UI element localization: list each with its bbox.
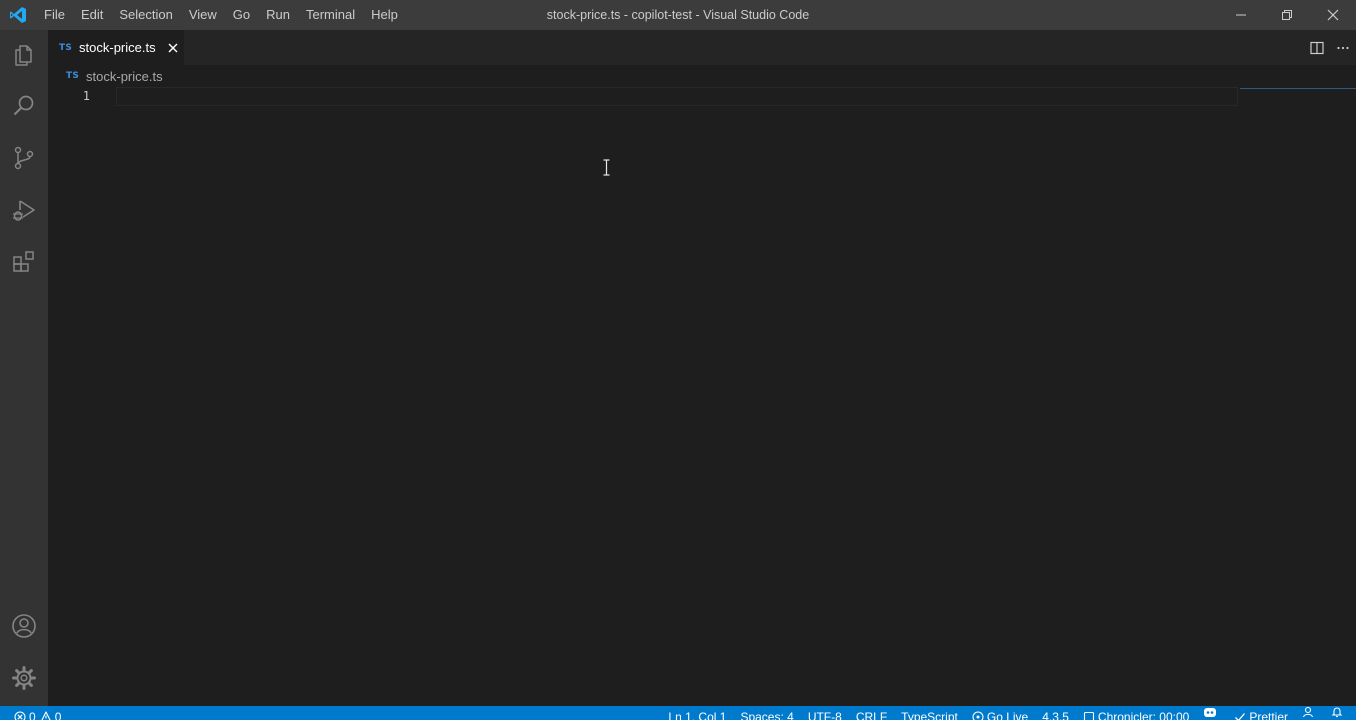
split-editor-button[interactable] — [1304, 35, 1330, 61]
cursor-position[interactable]: Ln 1, Col 1 — [668, 706, 726, 720]
person-icon — [1302, 706, 1314, 718]
window-controls — [1218, 0, 1356, 30]
more-actions-button[interactable] — [1330, 35, 1356, 61]
minimize-icon — [1236, 14, 1246, 16]
indentation[interactable]: Spaces: 4 — [740, 706, 793, 720]
prettier-status[interactable]: Prettier — [1234, 706, 1288, 720]
chronicler-label: Chronicler: 00:00 — [1097, 710, 1190, 720]
files-icon[interactable] — [0, 30, 48, 78]
menu-edit[interactable]: Edit — [73, 0, 111, 30]
close-icon — [168, 43, 178, 52]
breadcrumb: TS stock-price.ts — [48, 65, 1356, 87]
minimize-button[interactable] — [1218, 0, 1264, 30]
menu-terminal[interactable]: Terminal — [298, 0, 363, 30]
activity-bar — [0, 30, 48, 706]
menu-view[interactable]: View — [181, 0, 225, 30]
source-control-icon[interactable] — [0, 134, 48, 182]
run-debug-icon[interactable] — [0, 186, 48, 234]
ellipsis-icon — [1337, 46, 1349, 49]
extensions-icon[interactable] — [0, 238, 48, 286]
menu-run[interactable]: Run — [258, 0, 298, 30]
minimap-slider[interactable] — [1240, 88, 1356, 89]
settings-gear-icon[interactable] — [0, 654, 48, 702]
editor-actions — [1304, 30, 1356, 65]
search-icon[interactable] — [0, 82, 48, 130]
line-number: 1 — [82, 89, 90, 103]
problems-indicator[interactable]: 0 0 — [14, 706, 61, 720]
restore-icon — [1282, 10, 1292, 20]
record-icon — [1083, 711, 1095, 720]
go-live-button[interactable]: Go Live — [972, 706, 1028, 720]
typescript-version[interactable]: 4.3.5 — [1042, 706, 1069, 720]
tab-label: stock-price.ts — [79, 40, 156, 55]
menu-bar: File Edit Selection View Go Run Terminal… — [36, 0, 406, 30]
chronicler-status[interactable]: Chronicler: 00:00 — [1083, 706, 1189, 720]
vscode-logo-icon — [0, 0, 36, 30]
end-of-line[interactable]: CRLF — [856, 706, 887, 720]
go-live-label: Go Live — [986, 710, 1029, 720]
split-editor-icon — [1310, 41, 1324, 54]
typescript-file-icon: TS — [66, 71, 80, 81]
typescript-file-icon: TS — [59, 42, 73, 53]
tab-close-button[interactable] — [165, 40, 181, 56]
prettier-label: Prettier — [1249, 710, 1288, 720]
menu-selection[interactable]: Selection — [111, 0, 180, 30]
error-count: 0 — [29, 710, 36, 720]
code-editor[interactable]: 1 — [48, 87, 1356, 706]
check-icon — [1234, 711, 1246, 720]
bell-icon — [1331, 706, 1343, 718]
language-mode[interactable]: TypeScript — [901, 706, 958, 720]
encoding[interactable]: UTF-8 — [808, 706, 842, 720]
close-icon — [1327, 9, 1339, 21]
menu-help[interactable]: Help — [363, 0, 406, 30]
broadcast-icon — [972, 711, 984, 720]
copilot-icon — [1203, 706, 1217, 718]
account-icon[interactable] — [0, 602, 48, 650]
current-line-highlight — [116, 87, 1238, 106]
warning-icon — [40, 711, 52, 720]
editor-tab-bar: TS stock-price.ts — [48, 30, 1356, 65]
warning-count: 0 — [54, 710, 62, 720]
tab-stock-price-ts[interactable]: TS stock-price.ts — [48, 30, 184, 65]
menu-file[interactable]: File — [36, 0, 73, 30]
error-icon — [14, 711, 26, 720]
status-bar: 0 0 Ln 1, Col 1 Spaces: 4 UTF-8 CRLF Typ… — [0, 706, 1356, 720]
feedback-button[interactable] — [1302, 706, 1317, 718]
copilot-status[interactable] — [1203, 706, 1220, 718]
title-bar: File Edit Selection View Go Run Terminal… — [0, 0, 1356, 30]
breadcrumb-file[interactable]: stock-price.ts — [86, 69, 163, 84]
notifications-button[interactable] — [1331, 706, 1346, 718]
menu-go[interactable]: Go — [225, 0, 258, 30]
close-window-button[interactable] — [1310, 0, 1356, 30]
text-cursor-icon — [603, 159, 610, 176]
restore-button[interactable] — [1264, 0, 1310, 30]
